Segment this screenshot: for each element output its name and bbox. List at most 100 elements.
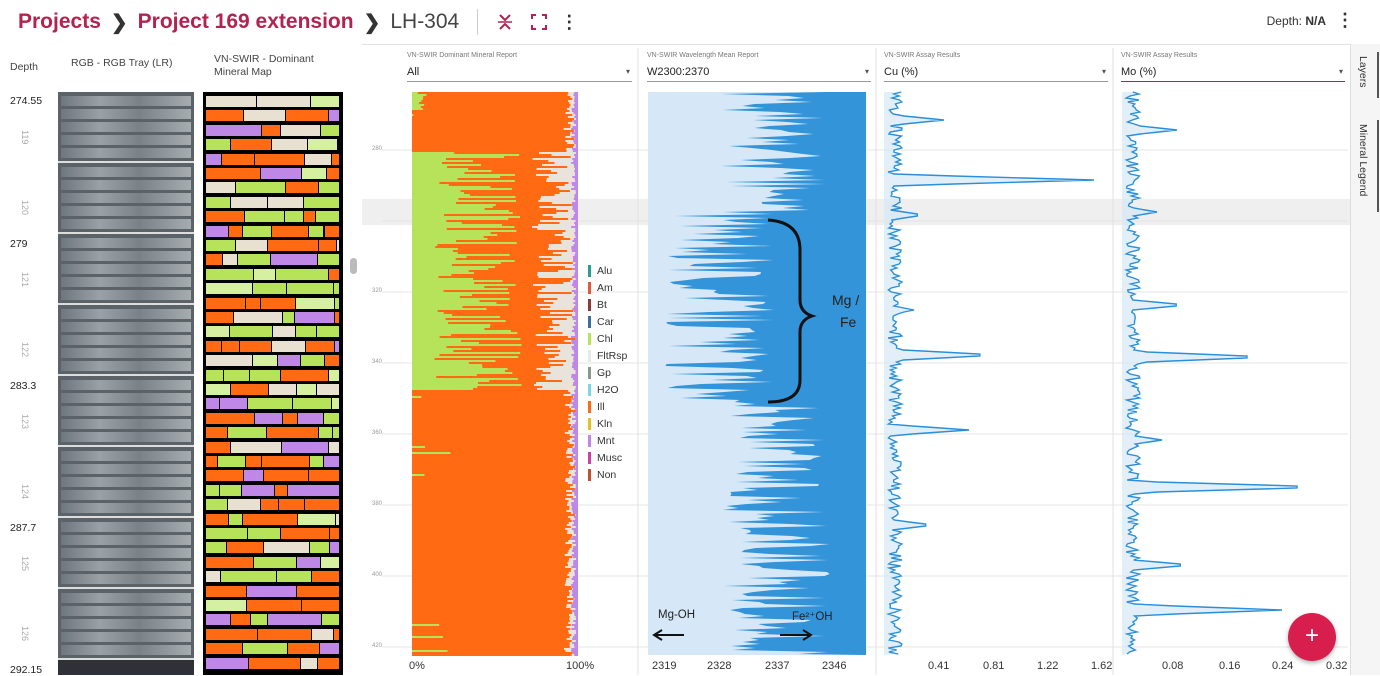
legend-swatch [588, 316, 591, 328]
montmorillonite-strip [575, 228, 578, 230]
montmorillonite-strip [573, 318, 578, 320]
illite-strip [486, 308, 540, 310]
feldspar-strip [571, 416, 576, 418]
montmorillonite-strip [573, 268, 578, 270]
illite-strip [412, 638, 567, 640]
feldspar-strip [573, 458, 574, 460]
feldspar-strip [572, 98, 574, 100]
montmorillonite-strip [575, 572, 578, 574]
montmorillonite-strip [573, 378, 578, 380]
feldspar-strip [571, 408, 575, 410]
feldspar-strip [545, 286, 573, 288]
montmorillonite-strip [573, 596, 578, 598]
mineral-segment [335, 341, 339, 352]
feldspar-strip [565, 566, 571, 568]
feldspar-strip [572, 546, 574, 548]
mineral-segment [319, 240, 336, 251]
illite-strip [437, 244, 549, 246]
montmorillonite-strip [576, 486, 578, 488]
feldspar-strip [566, 148, 572, 150]
montmorillonite-strip [574, 100, 578, 102]
feldspar-strip [548, 358, 573, 360]
illite-strip [412, 634, 571, 636]
feldspar-strip [550, 366, 572, 368]
montmorillonite-strip [572, 510, 578, 512]
illite-strip [456, 258, 552, 260]
feldspar-strip [570, 190, 576, 192]
mineral-legend-tab[interactable]: Mineral Legend [1357, 124, 1369, 196]
illite-strip [412, 640, 572, 642]
plus-icon: + [1305, 622, 1319, 649]
wavelength-select[interactable]: W2300:2370▾ [647, 63, 871, 82]
mineral-segment [243, 226, 271, 237]
dominant-mineral-select[interactable]: All▾ [407, 63, 632, 82]
feldspar-strip [569, 594, 571, 596]
illite-strip [412, 502, 568, 504]
mg-oh-label: Mg-OH [658, 609, 695, 621]
mineral-segment [206, 384, 230, 395]
mineral-segment [248, 528, 279, 539]
feldspar-strip [567, 504, 571, 506]
layers-tab[interactable]: Layers [1357, 56, 1369, 88]
mineral-segment [206, 370, 223, 381]
illite-strip [482, 366, 550, 368]
feldspar-strip [574, 598, 575, 600]
mineral-segment [333, 427, 339, 438]
collapse-button[interactable] [492, 9, 518, 35]
breadcrumb-projects[interactable]: Projects [18, 10, 101, 34]
expand-button[interactable] [526, 9, 552, 35]
illite-strip [412, 140, 566, 142]
mineral-map-image [203, 92, 343, 675]
mo-select[interactable]: Mo (%)▾ [1121, 63, 1345, 82]
illite-strip [447, 650, 565, 652]
illite-strip [412, 466, 575, 468]
chlorite-strip [412, 300, 479, 302]
legend-item: Am [588, 279, 627, 296]
right-dock: Layers Mineral Legend [1350, 44, 1380, 675]
more-vert-icon[interactable]: ⋮ [560, 12, 578, 33]
illite-strip [457, 178, 546, 180]
montmorillonite-strip [572, 418, 578, 420]
montmorillonite-strip [574, 104, 578, 106]
illite-strip [510, 254, 562, 256]
illite-strip [412, 562, 567, 564]
chlorite-strip [412, 236, 484, 238]
montmorillonite-strip [574, 322, 578, 324]
montmorillonite-strip [575, 262, 578, 264]
feldspar-strip [533, 158, 573, 160]
montmorillonite-strip [574, 210, 578, 212]
core-row [61, 632, 191, 642]
panel-scrollbar[interactable] [350, 258, 357, 274]
montmorillonite-strip [575, 442, 578, 444]
montmorillonite-strip [573, 464, 578, 466]
feldspar-strip [565, 432, 573, 434]
montmorillonite-strip [573, 588, 578, 590]
illite-strip [412, 490, 566, 492]
cu-select[interactable]: Cu (%)▾ [884, 63, 1108, 82]
chlorite-strip [412, 96, 423, 98]
montmorillonite-strip [575, 224, 578, 226]
chlorite-strip [412, 242, 517, 244]
illite-strip [412, 572, 569, 574]
montmorillonite-strip [572, 290, 578, 292]
illite-strip [482, 364, 563, 366]
feldspar-strip [566, 140, 574, 142]
chlorite-strip [412, 314, 452, 316]
montmorillonite-strip [574, 352, 578, 354]
feldspar-strip [554, 162, 571, 164]
montmorillonite-strip [572, 490, 578, 492]
mineral-segment [309, 226, 324, 237]
y-tick-label: 320 [372, 288, 382, 294]
montmorillonite-strip [575, 314, 578, 316]
montmorillonite-strip [575, 242, 578, 244]
chlorite-strip [412, 344, 522, 346]
add-button[interactable]: + [1288, 613, 1336, 661]
montmorillonite-strip [573, 120, 578, 122]
illite-strip [412, 548, 570, 550]
montmorillonite-strip [576, 466, 578, 468]
montmorillonite-strip [572, 610, 578, 612]
breadcrumb-project[interactable]: Project 169 extension [138, 10, 354, 34]
mineral-segment [327, 168, 339, 179]
illite-strip [412, 482, 568, 484]
more-vert-icon[interactable]: ⋮ [1336, 10, 1354, 31]
